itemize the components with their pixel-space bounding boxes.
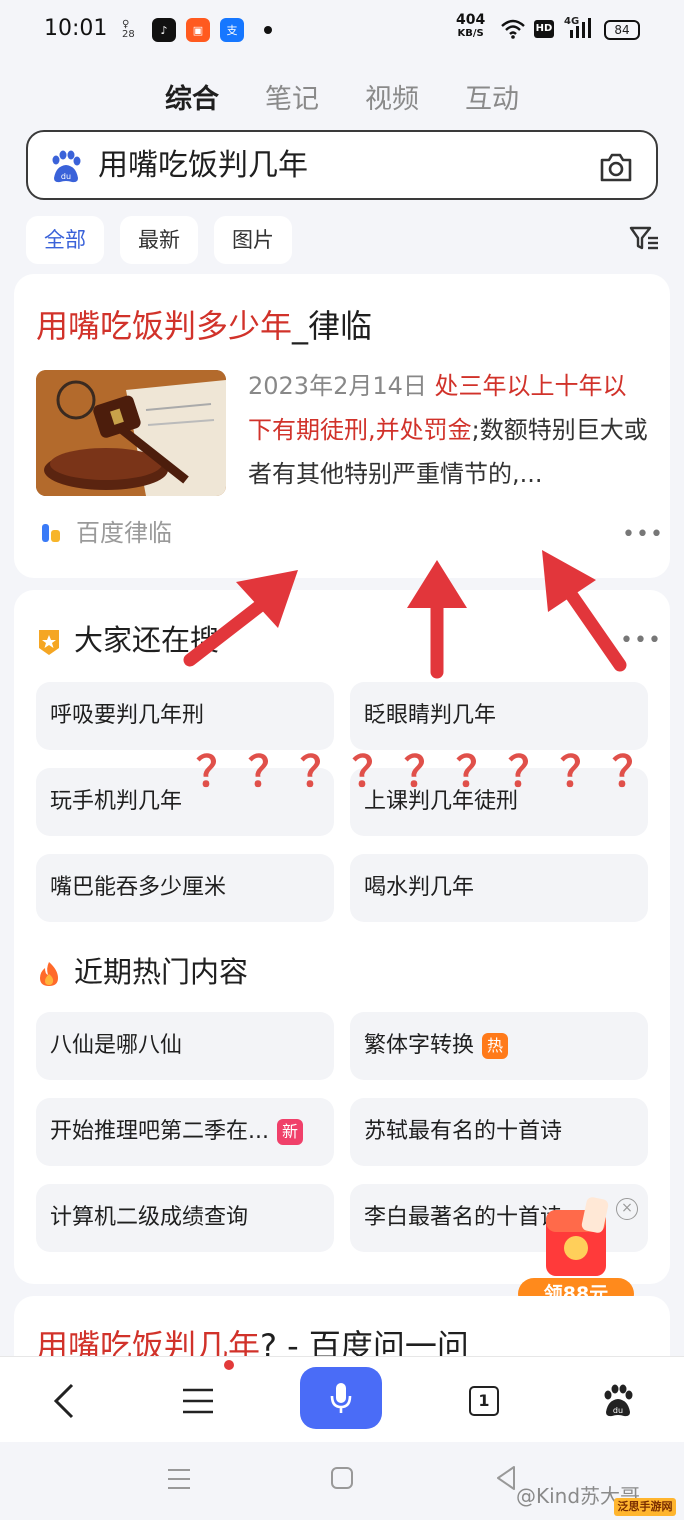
result-title[interactable]: 用嘴吃饭判多少年_律临 [36, 304, 372, 348]
close-icon[interactable]: × [616, 1198, 638, 1220]
hot-badge: 热 [482, 1033, 509, 1059]
search-result-card[interactable]: 用嘴吃饭判多少年_律临 2023年2月14日 处三年以上十年以下有期徒刑,并处罚… [14, 274, 670, 578]
tiktok-icon: ♪ [152, 18, 176, 42]
hot-item[interactable]: 苏轼最有名的十首诗 [350, 1098, 648, 1166]
search-type-tabs: 综合 笔记 视频 互动 [0, 78, 684, 122]
related-search-item[interactable]: 喝水判几年 [350, 854, 648, 922]
camera-icon[interactable] [598, 150, 634, 184]
back-button[interactable] [34, 1371, 94, 1431]
hot-item[interactable]: 开始推理吧第二季在... 新 [36, 1098, 334, 1166]
baidu-paw-icon: du [604, 1384, 633, 1417]
result-snippet: 2023年2月14日 处三年以上十年以下有期徒刑,并处罚金;数额特别巨大或者有其… [248, 372, 648, 488]
star-badge-icon [39, 630, 59, 655]
people-also-search-heading: 大家还在搜 [36, 620, 219, 660]
watermark-logo: 泛思手游网 [614, 1498, 676, 1516]
hd-icon: HD [534, 20, 554, 38]
svg-text:du: du [613, 1406, 623, 1415]
battery-icon: 84 [604, 20, 640, 40]
filter-images[interactable]: 图片 [214, 216, 292, 264]
tab-notes[interactable]: 笔记 [265, 78, 319, 122]
home-nav-icon[interactable] [330, 1466, 354, 1490]
flame-icon [40, 962, 58, 986]
more-options-icon[interactable]: ••• [622, 522, 664, 547]
question-marks-annotation: ？？？？？？？？？ [196, 747, 665, 796]
chevron-left-icon [53, 1383, 74, 1419]
hot-item[interactable]: 繁体字转换热 [350, 1012, 648, 1080]
result-thumbnail[interactable] [36, 370, 226, 496]
related-search-item[interactable]: 嘴巴能吞多少厘米 [36, 854, 334, 922]
hot-item[interactable]: 计算机二级成绩查询 [36, 1184, 334, 1252]
hot-content-heading: 近期热门内容 [36, 952, 248, 992]
tab-count: 1 [469, 1386, 499, 1416]
menu-icon [183, 1388, 213, 1414]
svg-text:du: du [61, 172, 71, 181]
search-input[interactable]: 用嘴吃饭判几年 [98, 146, 308, 186]
filter-all[interactable]: 全部 [26, 216, 104, 264]
tab-comprehensive[interactable]: 综合 [165, 78, 219, 122]
wifi-icon [501, 19, 525, 39]
signal-4g-icon: 4G [564, 16, 596, 40]
notification-badge-icon: ♀ 28 [122, 19, 135, 40]
result-source[interactable]: 百度律临 [76, 518, 172, 548]
recents-nav-icon[interactable] [166, 1466, 192, 1492]
related-searches-card: 大家还在搜 ••• 呼吸要判几年刑 眨眼睛判几年 玩手机判几年 上课判几年徒刑 … [14, 590, 670, 1284]
tab-interaction[interactable]: 互动 [465, 78, 519, 122]
filter-funnel-icon[interactable] [628, 224, 660, 254]
gavel-image [36, 370, 226, 496]
baidu-paw-icon: du [52, 150, 81, 183]
red-envelope-icon [546, 1197, 609, 1276]
menu-button[interactable] [168, 1371, 228, 1431]
microphone-icon [330, 1383, 352, 1413]
search-box[interactable]: du 用嘴吃饭判几年 [26, 130, 658, 200]
baidu-home-button[interactable]: du [588, 1371, 648, 1431]
hot-item[interactable]: 八仙是哪八仙 [36, 1012, 334, 1080]
bottom-toolbar: 1 du [0, 1356, 684, 1442]
tabs-button[interactable]: 1 [454, 1371, 514, 1431]
new-badge: 新 [276, 1119, 303, 1145]
back-nav-icon[interactable] [494, 1464, 518, 1492]
filter-latest[interactable]: 最新 [120, 216, 198, 264]
voice-search-button[interactable] [300, 1367, 382, 1429]
tab-videos[interactable]: 视频 [365, 78, 419, 122]
more-options-icon[interactable]: ••• [620, 628, 662, 653]
net-speed: 404 KB/S [456, 12, 486, 39]
lvlin-logo-icon [42, 524, 60, 542]
filter-bar: 全部 最新 图片 [26, 216, 292, 264]
notification-dot-icon [264, 26, 272, 34]
alipay-icon: 支 [220, 18, 244, 42]
status-bar: 10:01 ♀ 28 ♪ ▣ 支 404 KB/S HD 4G 84 [0, 0, 684, 60]
shopping-app-icon: ▣ [186, 18, 210, 42]
clock: 10:01 [44, 16, 108, 41]
notification-dot-icon [224, 1360, 234, 1370]
